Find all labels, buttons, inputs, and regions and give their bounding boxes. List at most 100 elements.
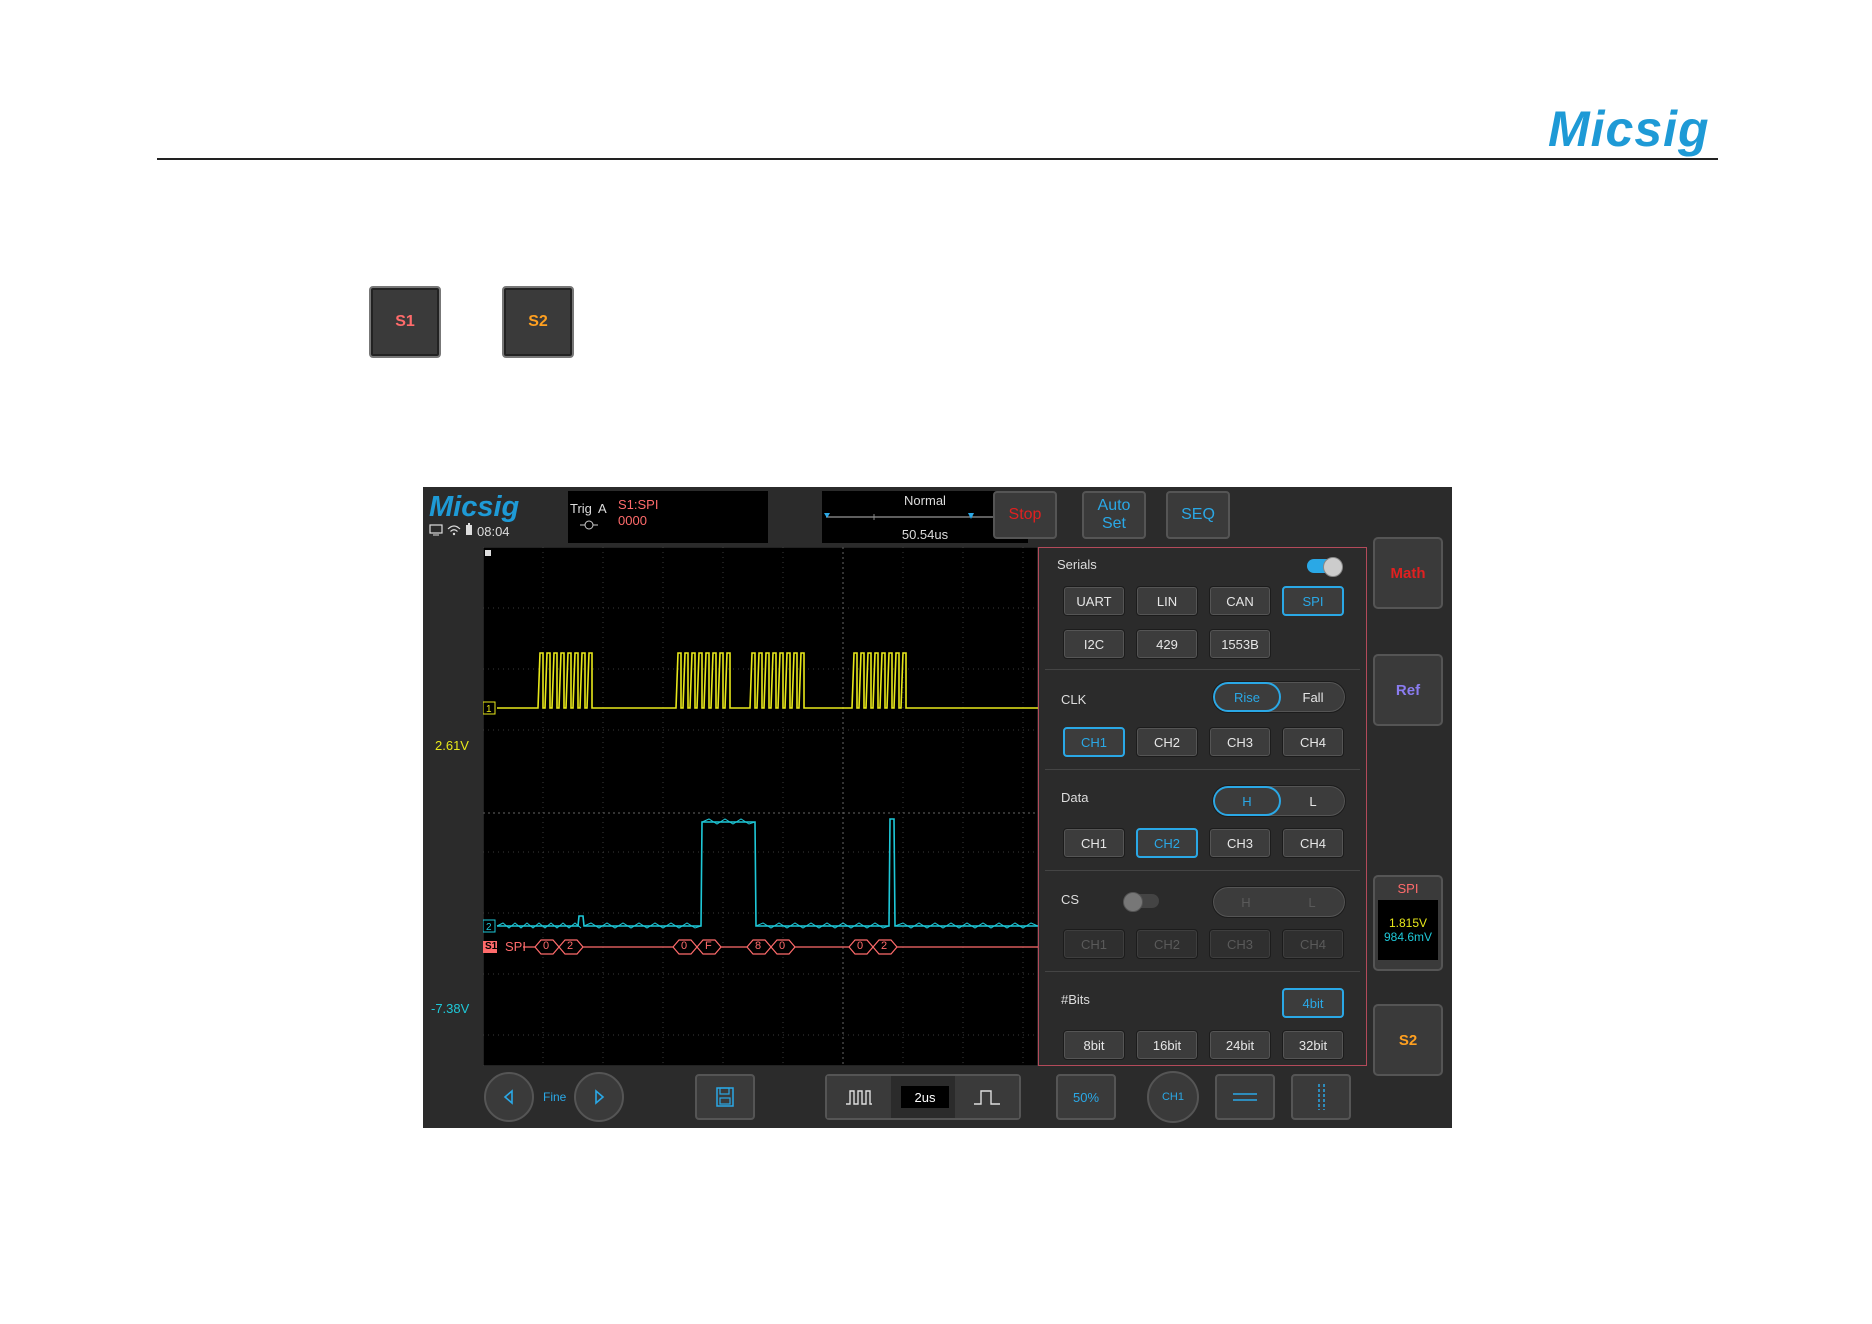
protocol-lin[interactable]: LIN (1136, 586, 1198, 616)
bits-24[interactable]: 24bit (1209, 1030, 1271, 1060)
decode-byte: 0 (543, 940, 550, 952)
data-ch3[interactable]: CH3 (1209, 828, 1271, 858)
spi-threshold-2: 984.6mV (1383, 930, 1433, 944)
divider (1045, 870, 1360, 871)
horizontal-cursor-button[interactable] (1215, 1074, 1275, 1120)
ref-button[interactable]: Ref (1373, 654, 1443, 726)
brand-logo: Micsig (1548, 101, 1710, 157)
scroll-right-button[interactable] (574, 1072, 624, 1122)
battery-icon (465, 523, 473, 539)
spi-title: SPI (1397, 881, 1419, 896)
waveform-canvas: 1 2 (483, 547, 1038, 1066)
serials-toggle[interactable] (1307, 557, 1343, 577)
ch2-offset-label: -7.38V (431, 1001, 470, 1016)
svg-text:2: 2 (486, 922, 492, 933)
data-label: Data (1061, 790, 1089, 805)
data-level-selector[interactable]: H L (1212, 785, 1346, 817)
timebase-value: 2us (901, 1086, 949, 1108)
data-ch2[interactable]: CH2 (1136, 828, 1198, 858)
s2-sample-button[interactable]: S2 (502, 286, 574, 358)
timebase-control[interactable]: 2us (825, 1074, 1021, 1120)
serials-panel: Serials UART LIN CAN SPI I2C 429 1553B C… (1038, 547, 1367, 1066)
fifty-percent-button[interactable]: 50% (1056, 1074, 1116, 1120)
status-bar: 08:04 (429, 523, 510, 539)
bottom-toolbar: Fine 2us 50% CH1 (423, 1066, 1452, 1128)
oscilloscope-screen: Micsig 08:04 Trig A S1:SPI 0000 Normal 5… (423, 487, 1452, 1128)
header-divider (157, 158, 1718, 160)
math-button[interactable]: Math (1373, 537, 1443, 609)
protocol-i2c[interactable]: I2C (1063, 629, 1125, 659)
spi-threshold-1: 1.815V (1388, 916, 1428, 930)
data-level-l[interactable]: L (1281, 786, 1345, 816)
divider (1045, 971, 1360, 972)
timebase-decrease-button[interactable] (827, 1076, 891, 1118)
trigger-type: S1:SPI (618, 497, 659, 512)
bits-16[interactable]: 16bit (1136, 1030, 1198, 1060)
clk-label: CLK (1061, 692, 1087, 707)
screen-logo: Micsig (429, 491, 520, 523)
protocol-spi[interactable]: SPI (1282, 586, 1344, 616)
fine-label[interactable]: Fine (543, 1090, 566, 1104)
divider (1045, 669, 1360, 670)
decode-byte: F (705, 940, 712, 952)
chevron-right-icon (595, 1089, 605, 1105)
trigger-edge-icon (580, 519, 598, 534)
cs-ch4[interactable]: CH4 (1282, 929, 1344, 959)
cs-level-selector[interactable]: H L (1212, 886, 1346, 918)
cs-toggle[interactable] (1123, 892, 1159, 912)
cs-level-h[interactable]: H (1213, 887, 1279, 917)
save-button[interactable] (695, 1074, 755, 1120)
protocol-can[interactable]: CAN (1209, 586, 1271, 616)
data-ch4[interactable]: CH4 (1282, 828, 1344, 858)
ch1-offset-label: 2.61V (435, 738, 469, 753)
clk-edge-rise[interactable]: Rise (1213, 682, 1281, 712)
divider (1045, 769, 1360, 770)
decode-byte: 0 (779, 940, 786, 952)
trigger-source: A (598, 501, 607, 516)
monitor-icon (429, 523, 443, 539)
bits-label: #Bits (1061, 992, 1090, 1007)
waveform-display[interactable]: 1 2 S1 SPI 0 2 0 F 8 0 0 2 (483, 547, 1038, 1066)
trigger-value: 0000 (618, 513, 647, 528)
protocol-1553b[interactable]: 1553B (1209, 629, 1271, 659)
cs-ch2[interactable]: CH2 (1136, 929, 1198, 959)
clk-edge-fall[interactable]: Fall (1281, 682, 1345, 712)
data-level-h[interactable]: H (1213, 786, 1281, 816)
bits-8[interactable]: 8bit (1063, 1030, 1125, 1060)
narrow-pulse-icon (846, 1090, 872, 1105)
wide-pulse-icon (974, 1090, 1000, 1105)
cs-label: CS (1061, 892, 1080, 907)
serials-title: Serials (1057, 557, 1097, 572)
trigger-info[interactable]: Trig A S1:SPI 0000 (568, 491, 768, 543)
decode-label: SPI (505, 939, 526, 954)
clk-ch3[interactable]: CH3 (1209, 727, 1271, 757)
s1-sample-button[interactable]: S1 (369, 286, 441, 358)
save-icon (716, 1087, 734, 1107)
clk-ch1[interactable]: CH1 (1063, 727, 1125, 757)
stop-button[interactable]: Stop (993, 491, 1057, 539)
auto-set-button[interactable]: Auto Set (1082, 491, 1146, 539)
scroll-left-button[interactable] (484, 1072, 534, 1122)
clk-edge-selector[interactable]: Rise Fall (1212, 681, 1346, 713)
bits-current[interactable]: 4bit (1282, 988, 1344, 1018)
data-ch1[interactable]: CH1 (1063, 828, 1125, 858)
seq-button[interactable]: SEQ (1166, 491, 1230, 539)
decode-byte: 0 (857, 940, 864, 952)
trigger-label: Trig (570, 501, 592, 516)
decode-byte: 2 (567, 940, 574, 952)
timebase-increase-button[interactable] (955, 1076, 1019, 1118)
vertical-cursor-button[interactable] (1291, 1074, 1351, 1120)
clk-ch4[interactable]: CH4 (1282, 727, 1344, 757)
spi-measure-button[interactable]: SPI 1.815V 984.6mV (1373, 875, 1443, 971)
clk-ch2[interactable]: CH2 (1136, 727, 1198, 757)
bits-32[interactable]: 32bit (1282, 1030, 1344, 1060)
protocol-429[interactable]: 429 (1136, 629, 1198, 659)
horizontal-cursor-icon (1233, 1093, 1257, 1101)
clock-time: 08:04 (477, 523, 510, 539)
cs-level-l[interactable]: L (1279, 887, 1345, 917)
cs-ch3[interactable]: CH3 (1209, 929, 1271, 959)
cs-ch1[interactable]: CH1 (1063, 929, 1125, 959)
protocol-uart[interactable]: UART (1063, 586, 1125, 616)
vertical-cursor-icon (1318, 1084, 1325, 1110)
level-button[interactable]: CH1 (1147, 1071, 1199, 1123)
